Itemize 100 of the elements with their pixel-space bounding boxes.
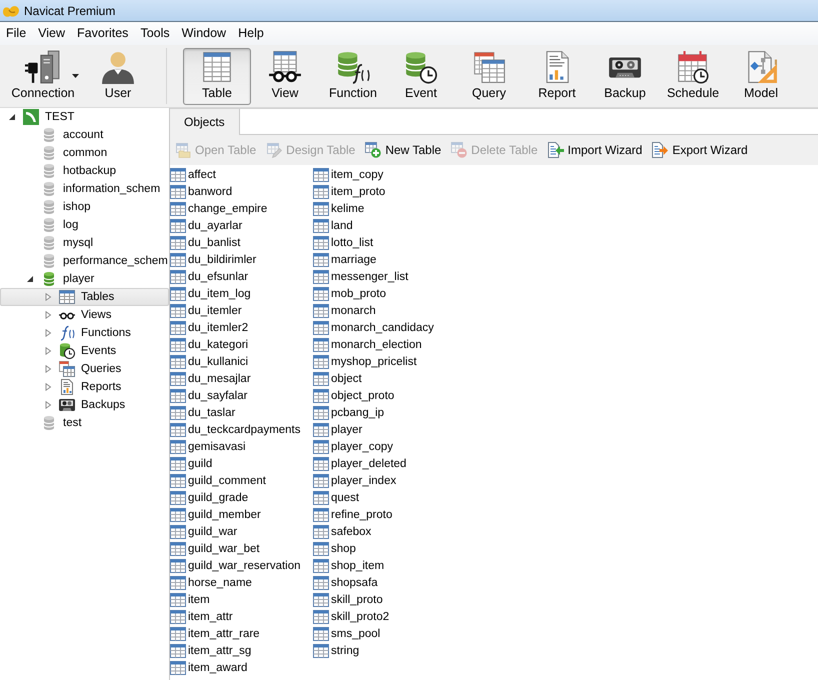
table-list-item[interactable]: refine_proto (313, 506, 456, 523)
table-button[interactable]: Table (183, 48, 251, 104)
table-list-item[interactable]: myshop_pricelist (313, 353, 456, 370)
table-list-item[interactable]: gemisavasi (170, 438, 313, 455)
table-list-item[interactable]: kelime (313, 200, 456, 217)
import-wizard-button[interactable]: Import Wizard (544, 140, 646, 160)
expanded-arrow-icon[interactable] (8, 113, 16, 121)
table-list-item[interactable]: guild_grade (170, 489, 313, 506)
tree-item[interactable]: test (0, 414, 169, 432)
schedule-button[interactable]: Schedule (659, 48, 727, 104)
table-list-item[interactable]: player (313, 421, 456, 438)
objects-tab[interactable]: Objects (170, 109, 240, 135)
table-list-item[interactable]: du_bildirimler (170, 251, 313, 268)
table-list-item[interactable]: monarch_election (313, 336, 456, 353)
tree-item[interactable]: player (0, 270, 169, 288)
tree-item[interactable]: performance_schem (0, 252, 169, 270)
collapsed-arrow-icon[interactable] (44, 383, 52, 391)
table-list-item[interactable]: affect (170, 166, 313, 183)
table-list-item[interactable]: sms_pool (313, 625, 456, 642)
table-list-item[interactable]: monarch (313, 302, 456, 319)
tree-item[interactable]: account (0, 126, 169, 144)
table-list-item[interactable]: marriage (313, 251, 456, 268)
table-list-item[interactable]: skill_proto2 (313, 608, 456, 625)
event-button[interactable]: Event (387, 48, 455, 104)
table-list-item[interactable]: guild_member (170, 506, 313, 523)
view-button[interactable]: View (251, 48, 319, 104)
table-list-item[interactable]: player_index (313, 472, 456, 489)
table-list-item[interactable]: guild_war (170, 523, 313, 540)
table-list-item[interactable]: du_mesajlar (170, 370, 313, 387)
user-button[interactable]: User (84, 48, 152, 104)
table-list-item[interactable]: du_kullanici (170, 353, 313, 370)
menu-item[interactable]: File (0, 22, 32, 45)
tree-item[interactable]: hotbackup (0, 162, 169, 180)
model-button[interactable]: Model (727, 48, 795, 104)
collapsed-arrow-icon[interactable] (44, 293, 52, 301)
table-list-item[interactable]: horse_name (170, 574, 313, 591)
tree-item[interactable]: information_schem (0, 180, 169, 198)
tree-item[interactable]: Backups (0, 396, 169, 414)
table-list-item[interactable]: du_banlist (170, 234, 313, 251)
new-table-button[interactable]: New Table (362, 140, 444, 160)
tree-item[interactable]: Functions (0, 324, 169, 342)
tree-item[interactable]: Queries (0, 360, 169, 378)
table-list-item[interactable]: item (170, 591, 313, 608)
table-list-item[interactable]: item_award (170, 659, 313, 676)
tree-item[interactable]: common (0, 144, 169, 162)
table-list-item[interactable]: du_kategori (170, 336, 313, 353)
table-list-item[interactable]: change_empire (170, 200, 313, 217)
table-list-item[interactable]: skill_proto (313, 591, 456, 608)
caret-icon[interactable] (72, 74, 79, 78)
expanded-arrow-icon[interactable] (26, 275, 34, 283)
table-list-item[interactable]: shop (313, 540, 456, 557)
table-list-item[interactable]: item_attr_sg (170, 642, 313, 659)
table-list-item[interactable]: land (313, 217, 456, 234)
table-list-item[interactable]: lotto_list (313, 234, 456, 251)
table-list-item[interactable]: item_copy (313, 166, 456, 183)
menu-item[interactable]: Tools (134, 22, 176, 45)
tree-item[interactable]: Reports (0, 378, 169, 396)
table-list-item[interactable]: du_sayfalar (170, 387, 313, 404)
table-list-item[interactable]: guild_war_bet (170, 540, 313, 557)
table-list-item[interactable]: string (313, 642, 456, 659)
table-list-item[interactable]: guild (170, 455, 313, 472)
table-list-item[interactable]: du_item_log (170, 285, 313, 302)
table-list-item[interactable]: du_ayarlar (170, 217, 313, 234)
table-list-item[interactable]: du_efsunlar (170, 268, 313, 285)
collapsed-arrow-icon[interactable] (44, 329, 52, 337)
table-list-item[interactable]: banword (170, 183, 313, 200)
tree-item[interactable]: mysql (0, 234, 169, 252)
tree-item[interactable]: Events (0, 342, 169, 360)
table-list-item[interactable]: player_copy (313, 438, 456, 455)
table-list-item[interactable]: object (313, 370, 456, 387)
table-list-item[interactable]: du_itemler2 (170, 319, 313, 336)
backup-button[interactable]: Backup (591, 48, 659, 104)
tree-item[interactable]: TEST (0, 108, 169, 126)
menu-item[interactable]: Favorites (71, 22, 134, 45)
table-list-item[interactable]: safebox (313, 523, 456, 540)
menu-item[interactable]: Window (176, 22, 232, 45)
table-list-item[interactable]: shop_item (313, 557, 456, 574)
table-list-item[interactable]: shopsafa (313, 574, 456, 591)
table-list-item[interactable]: du_itemler (170, 302, 313, 319)
export-wizard-button[interactable]: Export Wizard (649, 140, 751, 160)
table-list-item[interactable]: monarch_candidacy (313, 319, 456, 336)
tree-item[interactable]: log (0, 216, 169, 234)
table-list-item[interactable]: du_teckcardpayments (170, 421, 313, 438)
table-list-item[interactable]: player_deleted (313, 455, 456, 472)
collapsed-arrow-icon[interactable] (44, 347, 52, 355)
table-list-item[interactable]: pcbang_ip (313, 404, 456, 421)
function-button[interactable]: Function (319, 48, 387, 104)
menu-item[interactable]: View (32, 22, 72, 45)
collapsed-arrow-icon[interactable] (44, 311, 52, 319)
table-list-item[interactable]: mob_proto (313, 285, 456, 302)
table-list-item[interactable]: messenger_list (313, 268, 456, 285)
tree-item[interactable]: ishop (0, 198, 169, 216)
connection-button[interactable]: Connection (2, 48, 84, 104)
tree-item[interactable]: Tables (0, 288, 169, 306)
collapsed-arrow-icon[interactable] (44, 365, 52, 373)
table-list-item[interactable]: item_attr (170, 608, 313, 625)
table-list-item[interactable]: item_attr_rare (170, 625, 313, 642)
table-list-item[interactable]: guild_war_reservation (170, 557, 313, 574)
collapsed-arrow-icon[interactable] (44, 401, 52, 409)
table-list-item[interactable]: item_proto (313, 183, 456, 200)
